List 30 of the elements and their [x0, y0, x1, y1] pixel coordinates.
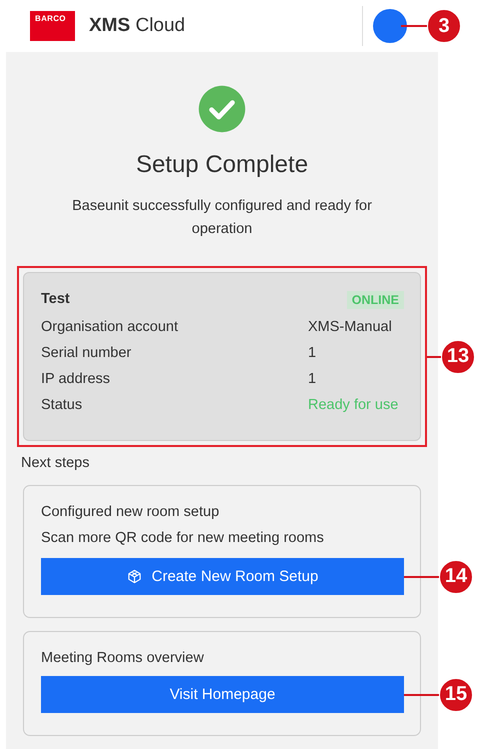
section-heading: Next steps	[21, 455, 90, 471]
card-title: Meeting Rooms overview	[41, 650, 205, 666]
action-button[interactable]: Create New Room Setup	[41, 558, 404, 595]
info-label: Organisation account	[41, 319, 180, 335]
cube-icon	[126, 569, 142, 584]
info-label: IP address	[41, 371, 112, 387]
leader-line	[404, 576, 439, 578]
avatar[interactable]	[373, 9, 407, 43]
callout-number: 15	[439, 678, 473, 712]
info-label: Serial number	[41, 345, 132, 361]
leader-line	[401, 25, 427, 27]
info-value: XMS-Manual	[308, 319, 392, 335]
app-name: XMS Cloud	[89, 15, 186, 37]
status-badge: ONLINE	[346, 291, 404, 309]
card-description: Scan more QR code for new meeting rooms	[41, 530, 325, 546]
callout-number: 13	[441, 340, 475, 374]
leader-line	[427, 356, 441, 358]
info-value: 1	[308, 345, 316, 361]
logo: BARCO	[30, 11, 75, 41]
info-value: Ready for use	[308, 397, 398, 413]
setup-message: Baseunit successfully configured and ready for operation	[71, 197, 373, 239]
device-name: Test	[41, 291, 71, 309]
action-button[interactable]: Visit Homepage	[41, 676, 404, 713]
callout-number: 14	[439, 560, 473, 594]
page-title: Setup Complete	[136, 151, 308, 179]
card-title: Configured new room setup	[41, 504, 220, 520]
info-value: 1	[308, 371, 316, 387]
leader-line	[404, 694, 439, 696]
callout-number: 3	[427, 9, 461, 43]
info-label: Status	[41, 397, 84, 413]
